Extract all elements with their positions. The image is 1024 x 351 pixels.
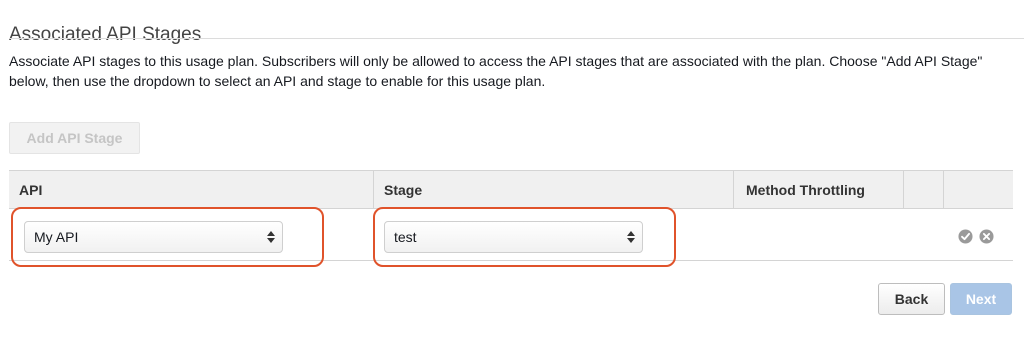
x-circle-icon[interactable] bbox=[979, 229, 994, 244]
api-stages-table: API Stage Method Throttling My API test bbox=[9, 170, 1013, 267]
table-header: API Stage Method Throttling bbox=[9, 170, 1013, 209]
page-description: Associate API stages to this usage plan.… bbox=[9, 53, 983, 89]
api-select-highlight bbox=[11, 207, 324, 267]
page-title: Associated API Stages bbox=[9, 23, 202, 45]
next-button[interactable]: Next bbox=[950, 283, 1012, 315]
check-circle-icon[interactable] bbox=[958, 229, 973, 244]
column-header-stage: Stage bbox=[373, 171, 733, 208]
back-button[interactable]: Back bbox=[878, 283, 945, 315]
add-api-stage-button[interactable]: Add API Stage bbox=[9, 122, 140, 154]
column-header-api: API bbox=[19, 181, 43, 198]
column-header-method-throttling: Method Throttling bbox=[733, 171, 903, 208]
column-header-actions bbox=[943, 171, 1013, 208]
column-header-empty bbox=[903, 171, 943, 208]
title-divider bbox=[9, 38, 1024, 39]
stage-select-highlight bbox=[373, 207, 676, 267]
